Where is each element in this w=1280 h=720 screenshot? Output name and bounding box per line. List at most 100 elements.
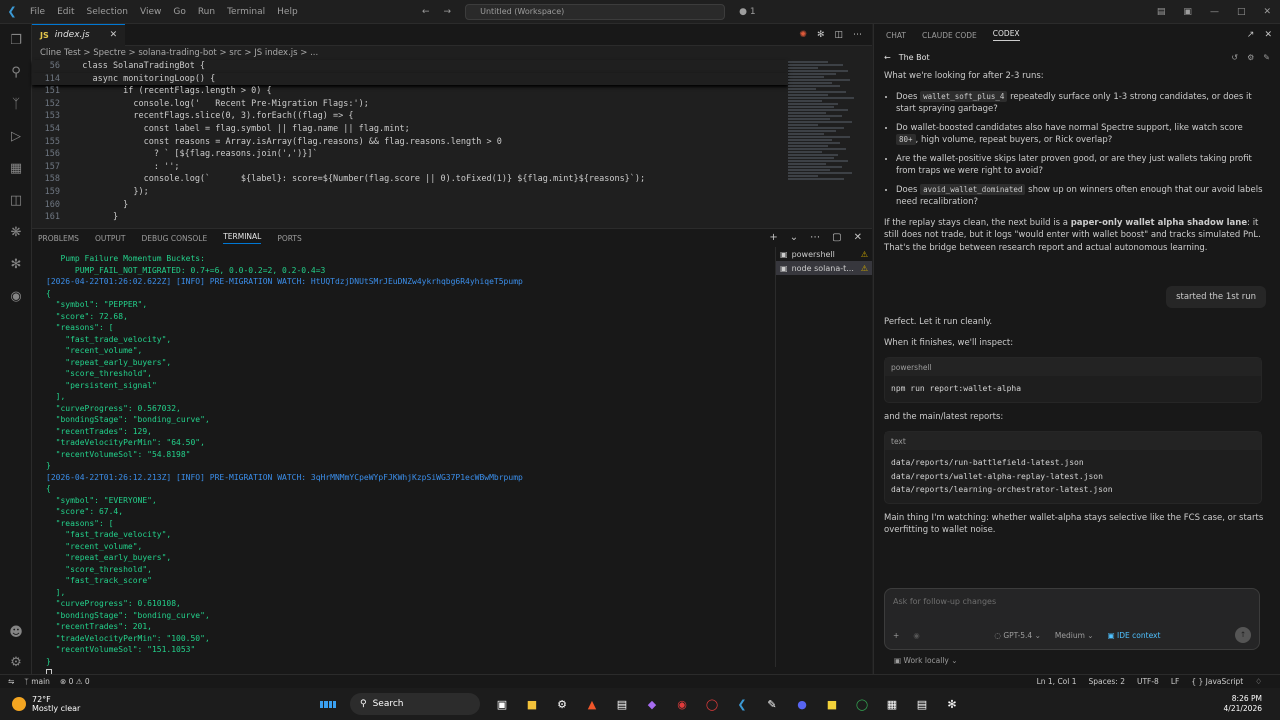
openai-icon[interactable]: ✻ <box>0 248 32 280</box>
extension-icon[interactable]: ✺ <box>799 30 807 40</box>
panel-more-icon[interactable]: ⋯ <box>810 232 820 243</box>
back-icon[interactable]: ← <box>884 53 891 62</box>
git-branch[interactable]: ᛉ main <box>24 677 50 686</box>
opera-icon[interactable]: ◯ <box>704 696 720 712</box>
maximize-icon[interactable]: □ <box>1228 7 1255 17</box>
maximize-panel-icon[interactable]: ▢ <box>832 232 841 243</box>
weather-widget[interactable]: 72°F Mostly clear <box>0 695 300 713</box>
effort-selector[interactable]: Medium ⌄ <box>1055 631 1094 640</box>
new-chat-icon[interactable]: ✎ <box>1263 53 1270 62</box>
menu-item-view[interactable]: View <box>134 7 167 17</box>
menu-item-edit[interactable]: Edit <box>51 7 80 17</box>
terminal-output[interactable]: Pump Failure Momentum Buckets: PUMP_FAIL… <box>46 253 756 679</box>
chat-tab-claude-code[interactable]: CLAUDE CODE <box>922 31 977 40</box>
new-terminal-icon[interactable]: + <box>769 232 777 243</box>
editor-tab-index-js[interactable]: JS index.js ✕ <box>32 23 126 46</box>
notes-app-icon[interactable]: ■ <box>824 696 840 712</box>
menu-item-terminal[interactable]: Terminal <box>221 7 271 17</box>
app-icon[interactable]: ▤ <box>614 696 630 712</box>
settings-app-icon[interactable]: ⚙ <box>554 696 570 712</box>
panel-tab-debug-console[interactable]: DEBUG CONSOLE <box>142 234 208 243</box>
ide-context-toggle[interactable]: ▣ IDE context <box>1108 631 1161 640</box>
explorer-icon[interactable]: ❐ <box>0 24 32 56</box>
start-button[interactable] <box>320 696 336 712</box>
search-icon[interactable]: ⚲ <box>0 56 32 88</box>
minimap[interactable] <box>788 60 862 220</box>
chat-input[interactable]: Ask for follow-up changes <box>885 589 1259 614</box>
code-editor[interactable]: 56 class SolanaTradingBot {114 async mon… <box>32 60 788 224</box>
send-button[interactable]: ↑ <box>1235 627 1251 643</box>
media-app-icon[interactable]: ◉ <box>674 696 690 712</box>
code-block-content[interactable]: npm run report:wallet-alpha <box>885 376 1261 402</box>
indentation[interactable]: Spaces: 2 <box>1089 677 1125 686</box>
encoding[interactable]: UTF-8 <box>1137 677 1159 686</box>
terminal-name: powershell <box>791 249 835 259</box>
sidebar-toggle-icon[interactable]: ▣ <box>1174 7 1201 17</box>
notifications-badge[interactable]: ● 1 <box>739 7 755 17</box>
close-window-icon[interactable]: ✕ <box>1254 7 1280 17</box>
back-arrow-icon[interactable]: ← <box>422 7 430 17</box>
more-actions-icon[interactable]: ⋯ <box>853 30 862 40</box>
menu-item-selection[interactable]: Selection <box>81 7 134 17</box>
terminal-dropdown-icon[interactable]: ⌄ <box>790 232 798 243</box>
end-of-line[interactable]: LF <box>1171 677 1180 686</box>
terminal-app-icon[interactable]: ▤ <box>914 696 930 712</box>
chat-extension-icon[interactable]: ❋ <box>0 216 32 248</box>
minimize-icon[interactable]: — <box>1201 7 1228 17</box>
run-debug-icon[interactable]: ▷ <box>0 120 32 152</box>
obsidian-icon[interactable]: ◆ <box>644 696 660 712</box>
calculator-icon[interactable]: ▦ <box>884 696 900 712</box>
vscode-taskbar-icon[interactable]: ❮ <box>734 696 750 712</box>
layout-icon[interactable]: ▤ <box>1148 7 1175 17</box>
file-explorer-icon[interactable]: ■ <box>524 696 540 712</box>
problems-counter[interactable]: ⊗ 0 ⚠ 0 <box>60 677 90 686</box>
cursor-position[interactable]: Ln 1, Col 1 <box>1037 677 1077 686</box>
menu-item-file[interactable]: File <box>24 7 51 17</box>
system-clock[interactable]: 8:26 PM 4/21/2026 <box>1224 694 1280 714</box>
menu-item-go[interactable]: Go <box>167 7 191 17</box>
expand-chat-icon[interactable]: ↗ <box>1247 30 1255 40</box>
discord-icon[interactable]: ● <box>794 696 810 712</box>
chat-settings-icon[interactable]: ⚙ <box>1247 53 1254 62</box>
panel-tab-problems[interactable]: PROBLEMS <box>38 234 79 243</box>
breadcrumb[interactable]: Cline Test > Spectre > solana-trading-bo… <box>32 46 872 60</box>
panel-tab-ports[interactable]: PORTS <box>277 234 301 243</box>
robot-icon[interactable]: ◉ <box>0 280 32 312</box>
code-block-content[interactable]: data/reports/run-battlefield-latest.json… <box>885 450 1261 503</box>
close-panel-icon[interactable]: ✕ <box>854 232 862 243</box>
terminal-instance[interactable]: ▣ powershell ⚠ <box>776 247 872 261</box>
openai-toolbar-icon[interactable]: ✻ <box>817 30 825 40</box>
split-editor-icon[interactable]: ◫ <box>834 30 843 40</box>
openai-app-icon[interactable]: ✻ <box>944 696 960 712</box>
remote-indicator-icon[interactable]: ⇋ <box>8 677 14 686</box>
menu-item-help[interactable]: Help <box>271 7 304 17</box>
notifications-bell-icon[interactable]: ♢ <box>1255 677 1262 686</box>
access-mode-icon[interactable]: ◉ <box>913 631 920 640</box>
panel-tab-output[interactable]: OUTPUT <box>95 234 126 243</box>
remote-explorer-icon[interactable]: ◫ <box>0 184 32 216</box>
task-view-icon[interactable]: ▣ <box>494 696 510 712</box>
pen-app-icon[interactable]: ✎ <box>764 696 780 712</box>
command-center-search[interactable]: Untitled (Workspace) <box>465 3 726 20</box>
terminal-instance[interactable]: ▣ node solana-t... ⚠ <box>776 261 872 275</box>
source-control-icon[interactable]: ᛉ <box>0 88 32 120</box>
chrome-icon[interactable]: ◯ <box>854 696 870 712</box>
close-tab-icon[interactable]: ✕ <box>110 30 118 40</box>
panel-tab-terminal[interactable]: TERMINAL <box>223 232 262 244</box>
forward-arrow-icon[interactable]: → <box>444 7 452 17</box>
add-attachment-icon[interactable]: + <box>893 631 899 640</box>
chat-tab-codex[interactable]: CODEX <box>992 29 1020 41</box>
line-number: 154 <box>44 123 60 134</box>
close-chat-icon[interactable]: ✕ <box>1264 30 1272 40</box>
work-locally-dropdown[interactable]: ▣ Work locally ⌄ <box>894 656 958 665</box>
menu-item-run[interactable]: Run <box>192 7 221 17</box>
chat-input-box[interactable]: Ask for follow-up changes + ◉ ◌ GPT-5.4 … <box>884 588 1260 650</box>
brave-browser-icon[interactable]: ▲ <box>584 696 600 712</box>
history-icon[interactable]: ↺ <box>1231 53 1238 62</box>
extensions-icon[interactable]: ▦ <box>0 152 32 184</box>
taskbar-search[interactable]: ⚲ Search <box>350 693 480 715</box>
model-selector[interactable]: ◌ GPT-5.4 ⌄ <box>994 631 1040 640</box>
account-icon[interactable]: ☻ <box>0 616 32 648</box>
chat-tab-chat[interactable]: CHAT <box>886 31 906 40</box>
language-mode[interactable]: { } JavaScript <box>1191 677 1243 686</box>
